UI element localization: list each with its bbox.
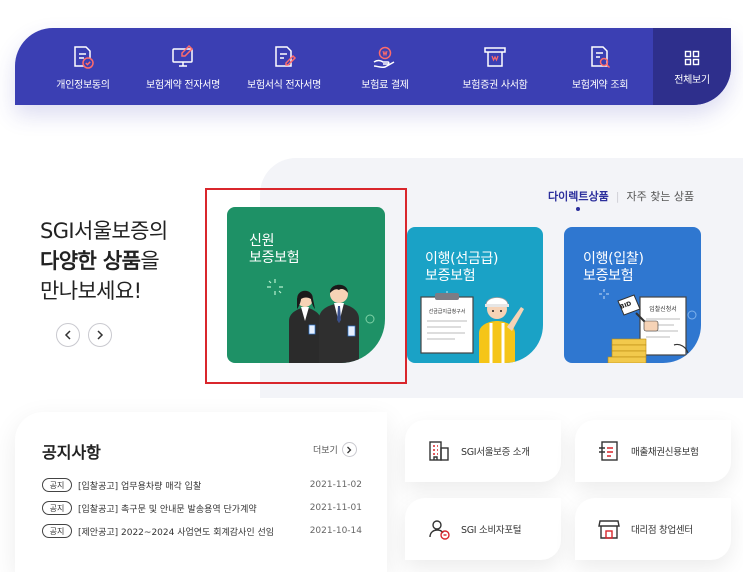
document-check-icon [74,46,94,69]
tab-popular-products[interactable]: 자주 찾는 상품 [626,190,694,203]
consumer-person-icon [429,520,450,540]
notice-badge: 공지 [42,524,72,538]
chevron-left-icon [64,330,71,340]
hero-line-2-rest: 을 [140,249,160,273]
quick-link-label: SGI 소비자포털 [461,525,522,536]
chevron-right-icon [341,442,357,457]
quick-link-consumer-portal[interactable]: SGI 소비자포털 [405,498,561,560]
quick-link-agency-startup[interactable]: 대리점 창업센터 [575,498,731,560]
business-people-illustration [267,279,375,363]
quick-link-credit-insurance[interactable]: 매출채권신용보험 [575,420,731,482]
monitor-pen-icon [172,44,194,67]
carousel-prev-button[interactable] [56,323,80,347]
document-search-icon [591,46,611,69]
notice-more-link[interactable]: 더보기 [313,442,357,457]
tab-separator: | [615,190,620,203]
quick-service-bar: 개인정보동의 보험계약 전자서명 보험서식 전자서명 보험료 결제 보험증권 사… [15,28,731,105]
quick-link-company-intro[interactable]: SGI서울보증 소개 [405,420,561,482]
product-card-bid-bond[interactable]: 이행(입찰) 보증보험 입찰신청서 BID [564,227,701,363]
notice-date: 2021-11-01 [309,503,362,513]
nav-label: 보험계약 전자서명 [145,80,221,91]
quick-link-label: 대리점 창업센터 [631,525,693,536]
construction-worker-illustration: 선금급지급청구서 [420,291,524,363]
building-icon [429,441,449,461]
nav-label: 보험계약 조회 [571,80,629,91]
product-card-advance-payment-bond[interactable]: 이행(선금급) 보증보험 선금급지급청구서 [407,227,543,363]
tab-direct-products[interactable]: 다이렉트상품 [548,190,609,203]
nav-label: 보험서식 전자서명 [246,80,322,91]
nav-item-contract-inquiry[interactable]: 보험계약 조회 [555,28,645,105]
grid-icon [684,50,700,66]
hero-line-2: 다양한 상품을 [40,246,168,276]
nav-label: 보험증권 사서함 [462,80,528,91]
bid-document-illustration: 입찰신청서 BID [599,289,697,363]
view-all-button[interactable]: 전체보기 [653,28,731,105]
nav-label: 보험료 결제 [361,80,409,91]
nav-item-privacy-consent[interactable]: 개인정보동의 [39,28,127,105]
chevron-right-icon [97,330,104,340]
notice-badge: 공지 [42,478,72,492]
nav-item-policy-mailbox[interactable]: 보험증권 사서함 [445,28,545,105]
hero-line-1: SGI서울보증의 [40,219,168,243]
storefront-icon [598,520,620,539]
credit-insurance-icon [599,441,618,461]
notice-row[interactable]: 공지 [입찰공고] 촉구문 및 안내문 발송용역 단가계약 2021-11-01 [42,500,362,516]
carousel-next-button[interactable] [88,323,112,347]
bid-doc-text: 입찰신청서 [649,305,677,313]
notice-panel: 공지사항 더보기 공지 [입찰공고] 업무용차량 매각 입찰 2021-11-0… [15,412,387,572]
nav-item-contract-esign[interactable]: 보험계약 전자서명 [139,28,227,105]
nav-label: 개인정보동의 [56,80,110,91]
notice-row[interactable]: 공지 [제안공고] 2022~2024 사업연도 회계감사인 선임 2021-1… [42,523,362,539]
hand-coin-icon [373,46,395,69]
hero-heading: SGI서울보증의 다양한 상품을 만나보세요! [40,216,168,306]
quick-link-label: 매출채권신용보험 [631,447,699,458]
document-pen-icon [275,46,297,67]
hero-emphasis: 다양한 상품 [40,249,141,273]
view-all-label: 전체보기 [674,75,710,86]
nav-item-form-esign[interactable]: 보험서식 전자서명 [237,28,331,105]
notice-badge: 공지 [42,501,72,515]
notice-row[interactable]: 공지 [입찰공고] 업무용차량 매각 입찰 2021-11-02 [42,477,362,493]
product-tabs: 다이렉트상품 | 자주 찾는 상품 [548,188,694,204]
product-card-fidelity-bond[interactable]: 신원 보증보험 [227,207,385,363]
notice-text: [입찰공고] 촉구문 및 안내문 발송용역 단가계약 [78,504,257,515]
notice-title: 공지사항 [42,443,101,462]
nav-item-premium-payment[interactable]: 보험료 결제 [345,28,425,105]
notice-text: [입찰공고] 업무용차량 매각 입찰 [78,481,202,492]
hero-line-3: 만나보세요! [40,279,142,303]
certificate-tray-icon [484,47,506,67]
form-doc-text: 선금급지급청구서 [429,308,466,315]
notice-date: 2021-11-02 [309,480,362,490]
notice-text: [제안공고] 2022~2024 사업연도 회계감사인 선임 [78,527,275,538]
more-label: 더보기 [313,446,338,456]
notice-date: 2021-10-14 [309,526,362,536]
quick-link-label: SGI서울보증 소개 [461,447,530,458]
